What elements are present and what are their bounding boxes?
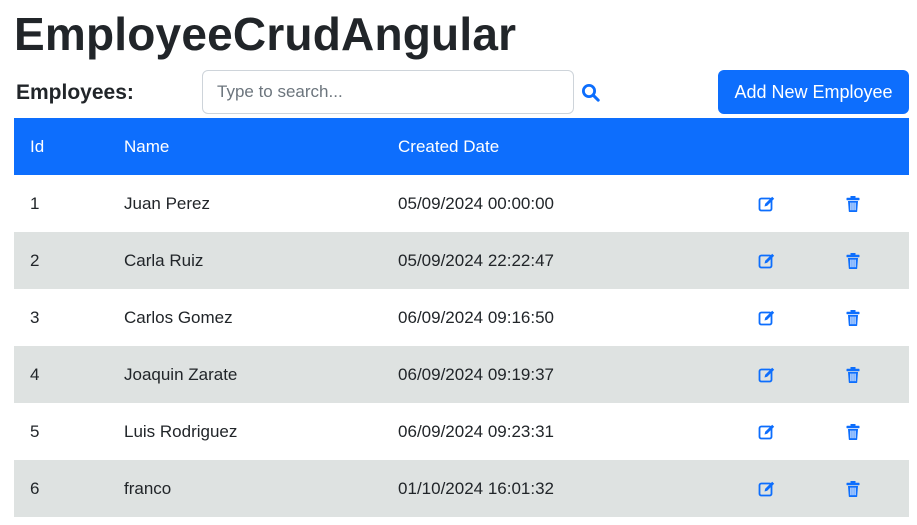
cell-id: 6 bbox=[14, 460, 124, 517]
table-row: 4 Joaquin Zarate 06/09/2024 09:19:37 bbox=[14, 346, 909, 403]
table-body: 1 Juan Perez 05/09/2024 00:00:00 2 Carla Rui… bbox=[14, 175, 909, 517]
cell-id: 5 bbox=[30, 421, 40, 441]
trash-icon[interactable] bbox=[844, 252, 862, 270]
cell-id: 3 bbox=[30, 307, 40, 327]
cell-created-date: 06/09/2024 09:23:31 bbox=[398, 421, 555, 441]
trash-icon[interactable] bbox=[844, 480, 862, 498]
add-new-employee-button[interactable]: Add New Employee bbox=[718, 70, 909, 114]
cell-name: franco bbox=[123, 460, 399, 517]
edit-icon[interactable] bbox=[758, 366, 776, 384]
employees-label: Employees: bbox=[16, 81, 134, 104]
search-icon[interactable] bbox=[581, 83, 601, 103]
cell-name: Luis Rodriguez bbox=[123, 421, 238, 441]
edit-icon[interactable] bbox=[758, 480, 776, 498]
table-header-row: Id Name Created Date bbox=[14, 118, 909, 175]
cell-edit bbox=[743, 232, 830, 289]
trash-icon[interactable] bbox=[844, 309, 862, 327]
cell-delete bbox=[829, 403, 909, 460]
cell-delete bbox=[829, 289, 909, 346]
cell-id: 4 bbox=[14, 346, 124, 403]
cell-edit bbox=[743, 289, 829, 346]
table-row: 2 Carla Ruiz 05/09/2024 22:22:47 bbox=[14, 232, 909, 289]
edit-icon[interactable] bbox=[758, 309, 776, 327]
header-delete bbox=[829, 118, 909, 175]
cell-name: Juan Perez bbox=[123, 193, 210, 213]
edit-icon[interactable] bbox=[758, 252, 776, 270]
table-row: 5 Luis Rodriguez 06/09/2024 09:23:31 bbox=[14, 403, 909, 460]
cell-id: 2 bbox=[14, 232, 124, 289]
cell-delete bbox=[829, 460, 909, 517]
cell-delete bbox=[829, 175, 909, 232]
edit-icon[interactable] bbox=[758, 423, 776, 441]
cell-edit bbox=[743, 175, 829, 232]
header-name: Name bbox=[123, 118, 399, 175]
cell-created-date: 01/10/2024 16:01:32 bbox=[398, 460, 744, 517]
cell-edit bbox=[743, 403, 829, 460]
header-edit bbox=[743, 118, 830, 175]
cell-delete bbox=[829, 346, 909, 403]
cell-created-date: 05/09/2024 00:00:00 bbox=[398, 193, 555, 213]
employees-table: Id Name Created Date 1 Juan Perez 05/09/20… bbox=[14, 118, 909, 517]
toolbar: Employees: Add New Employee bbox=[0, 70, 917, 115]
cell-id: 1 bbox=[30, 193, 40, 213]
cell-created-date: 05/09/2024 22:22:47 bbox=[398, 232, 744, 289]
cell-delete bbox=[829, 232, 909, 289]
cell-created-date: 06/09/2024 09:16:50 bbox=[398, 307, 555, 327]
trash-icon[interactable] bbox=[844, 366, 862, 384]
cell-name: Joaquin Zarate bbox=[123, 346, 399, 403]
search-input[interactable] bbox=[202, 70, 574, 114]
trash-icon[interactable] bbox=[844, 423, 862, 441]
trash-icon[interactable] bbox=[844, 195, 862, 213]
edit-icon[interactable] bbox=[758, 195, 776, 213]
header-created-date: Created Date bbox=[398, 118, 744, 175]
cell-created-date: 06/09/2024 09:19:37 bbox=[398, 346, 744, 403]
cell-edit bbox=[743, 346, 830, 403]
table-row: 3 Carlos Gomez 06/09/2024 09:16:50 bbox=[14, 289, 909, 346]
cell-name: Carlos Gomez bbox=[123, 307, 233, 327]
table-row: 1 Juan Perez 05/09/2024 00:00:00 bbox=[14, 175, 909, 232]
table-row: 6 franco 01/10/2024 16:01:32 bbox=[14, 460, 909, 517]
cell-name: Carla Ruiz bbox=[123, 232, 399, 289]
cell-edit bbox=[743, 460, 830, 517]
page-title: EmployeeCrudAngular bbox=[14, 8, 517, 60]
header-id: Id bbox=[14, 118, 124, 175]
